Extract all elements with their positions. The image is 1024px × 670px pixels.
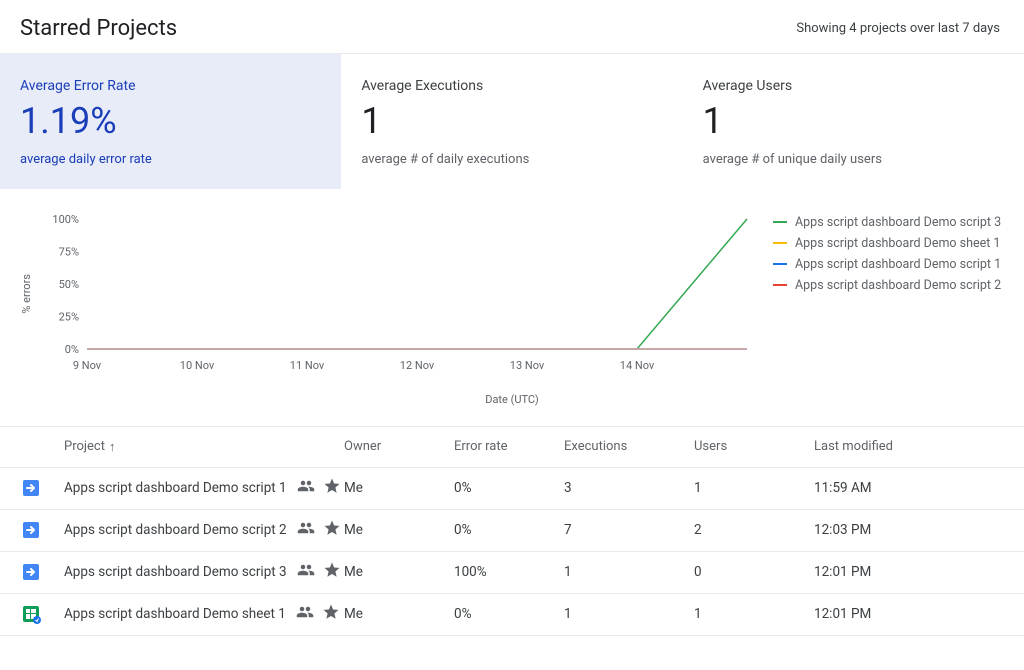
table-row[interactable]: Apps script dashboard Demo script 2 Me 0… [0,510,1024,552]
column-header-error-rate[interactable]: Error rate [454,439,564,454]
last-modified-cell: 11:59 AM [814,480,994,496]
stat-desc: average daily error rate [20,152,321,167]
owner-cell: Me [344,564,454,580]
stat-card-2[interactable]: Average Users 1 average # of unique dail… [683,54,1024,189]
shared-icon [296,603,314,625]
column-header-last-modified[interactable]: Last modified [814,439,994,454]
owner-cell: Me [344,606,454,622]
project-type-icon [20,519,42,541]
shared-icon [297,519,315,541]
legend-swatch [773,263,787,265]
executions-cell: 3 [564,480,694,496]
stats-row: Average Error Rate 1.19% average daily e… [0,54,1024,189]
star-icon[interactable] [323,477,341,499]
svg-text:12 Nov: 12 Nov [400,359,435,372]
project-type-icon [20,561,42,583]
column-header-project-label: Project [64,439,105,454]
table-row[interactable]: Apps script dashboard Demo script 3 Me 1… [0,552,1024,594]
chart-area: % errors 0% 25% 50% 75% 100% 9 Nov 10 Nov 11 No… [0,189,1024,389]
table-row[interactable]: Apps script dashboard Demo script 1 Me 0… [0,468,1024,510]
table-header-row: Project ↑ Owner Error rate Executions Us… [0,426,1024,468]
stat-card-0[interactable]: Average Error Rate 1.19% average daily e… [0,54,341,189]
executions-cell: 1 [564,564,694,580]
project-name: Apps script dashboard Demo sheet 1 [64,606,286,622]
column-header-users[interactable]: Users [694,439,814,454]
svg-text:14 Nov: 14 Nov [620,359,655,372]
svg-text:50%: 50% [59,278,79,291]
stat-value: 1 [361,102,662,142]
chart-x-axis-label: Date (UTC) [0,389,1024,426]
users-cell: 1 [694,606,814,622]
table-body: Apps script dashboard Demo script 1 Me 0… [0,468,1024,636]
stat-value: 1 [703,102,1004,142]
column-header-executions[interactable]: Executions [564,439,694,454]
stat-label: Average Error Rate [20,78,321,94]
table-row[interactable]: Apps script dashboard Demo sheet 1 Me 0%… [0,594,1024,636]
legend-swatch [773,221,787,223]
legend-label: Apps script dashboard Demo script 3 [795,215,1001,230]
error-rate-cell: 100% [454,564,564,580]
star-icon[interactable] [323,519,341,541]
svg-text:100%: 100% [52,213,79,226]
owner-cell: Me [344,480,454,496]
users-cell: 2 [694,522,814,538]
stat-label: Average Users [703,78,1004,94]
users-cell: 0 [694,564,814,580]
project-name: Apps script dashboard Demo script 1 [64,480,287,496]
executions-cell: 1 [564,606,694,622]
legend-item[interactable]: Apps script dashboard Demo sheet 1 [773,236,1004,251]
project-name: Apps script dashboard Demo script 3 [64,564,287,580]
project-type-icon [20,603,42,625]
legend-label: Apps script dashboard Demo script 1 [795,257,1001,272]
star-icon[interactable] [323,561,341,583]
page-title: Starred Projects [20,16,177,41]
stat-card-1[interactable]: Average Executions 1 average # of daily … [341,54,682,189]
svg-text:11 Nov: 11 Nov [290,359,325,372]
legend-label: Apps script dashboard Demo script 2 [795,278,1001,293]
owner-cell: Me [344,522,454,538]
errors-line-chart: 0% 25% 50% 75% 100% 9 Nov 10 Nov 11 Nov 12 Nov 13… [37,209,757,379]
svg-text:0%: 0% [65,343,79,356]
legend-swatch [773,242,787,244]
project-name: Apps script dashboard Demo script 2 [64,522,287,538]
legend-item[interactable]: Apps script dashboard Demo script 3 [773,215,1004,230]
project-type-icon [20,477,42,499]
column-header-owner[interactable]: Owner [344,439,454,454]
error-rate-cell: 0% [454,480,564,496]
stat-desc: average # of daily executions [361,152,662,167]
shared-icon [297,561,315,583]
shared-icon [297,477,315,499]
legend-item[interactable]: Apps script dashboard Demo script 1 [773,257,1004,272]
last-modified-cell: 12:01 PM [814,606,994,622]
svg-text:25%: 25% [59,310,79,323]
summary-text: Showing 4 projects over last 7 days [796,21,1000,36]
legend-swatch [773,284,787,286]
error-rate-cell: 0% [454,522,564,538]
error-rate-cell: 0% [454,606,564,622]
svg-text:10 Nov: 10 Nov [180,359,215,372]
svg-text:75%: 75% [59,245,79,258]
chart-y-axis-label: % errors [20,274,33,314]
star-icon[interactable] [322,603,340,625]
stat-value: 1.19% [20,102,321,142]
sort-arrow-icon: ↑ [109,439,116,455]
legend-item[interactable]: Apps script dashboard Demo script 2 [773,278,1004,293]
last-modified-cell: 12:01 PM [814,564,994,580]
chart-legend: Apps script dashboard Demo script 3 Apps … [773,209,1004,379]
executions-cell: 7 [564,522,694,538]
users-cell: 1 [694,480,814,496]
svg-text:9 Nov: 9 Nov [73,359,102,372]
svg-text:13 Nov: 13 Nov [510,359,545,372]
last-modified-cell: 12:03 PM [814,522,994,538]
stat-desc: average # of unique daily users [703,152,1004,167]
stat-label: Average Executions [361,78,662,94]
column-header-project[interactable]: Project ↑ [64,439,344,455]
legend-label: Apps script dashboard Demo sheet 1 [795,236,1000,251]
